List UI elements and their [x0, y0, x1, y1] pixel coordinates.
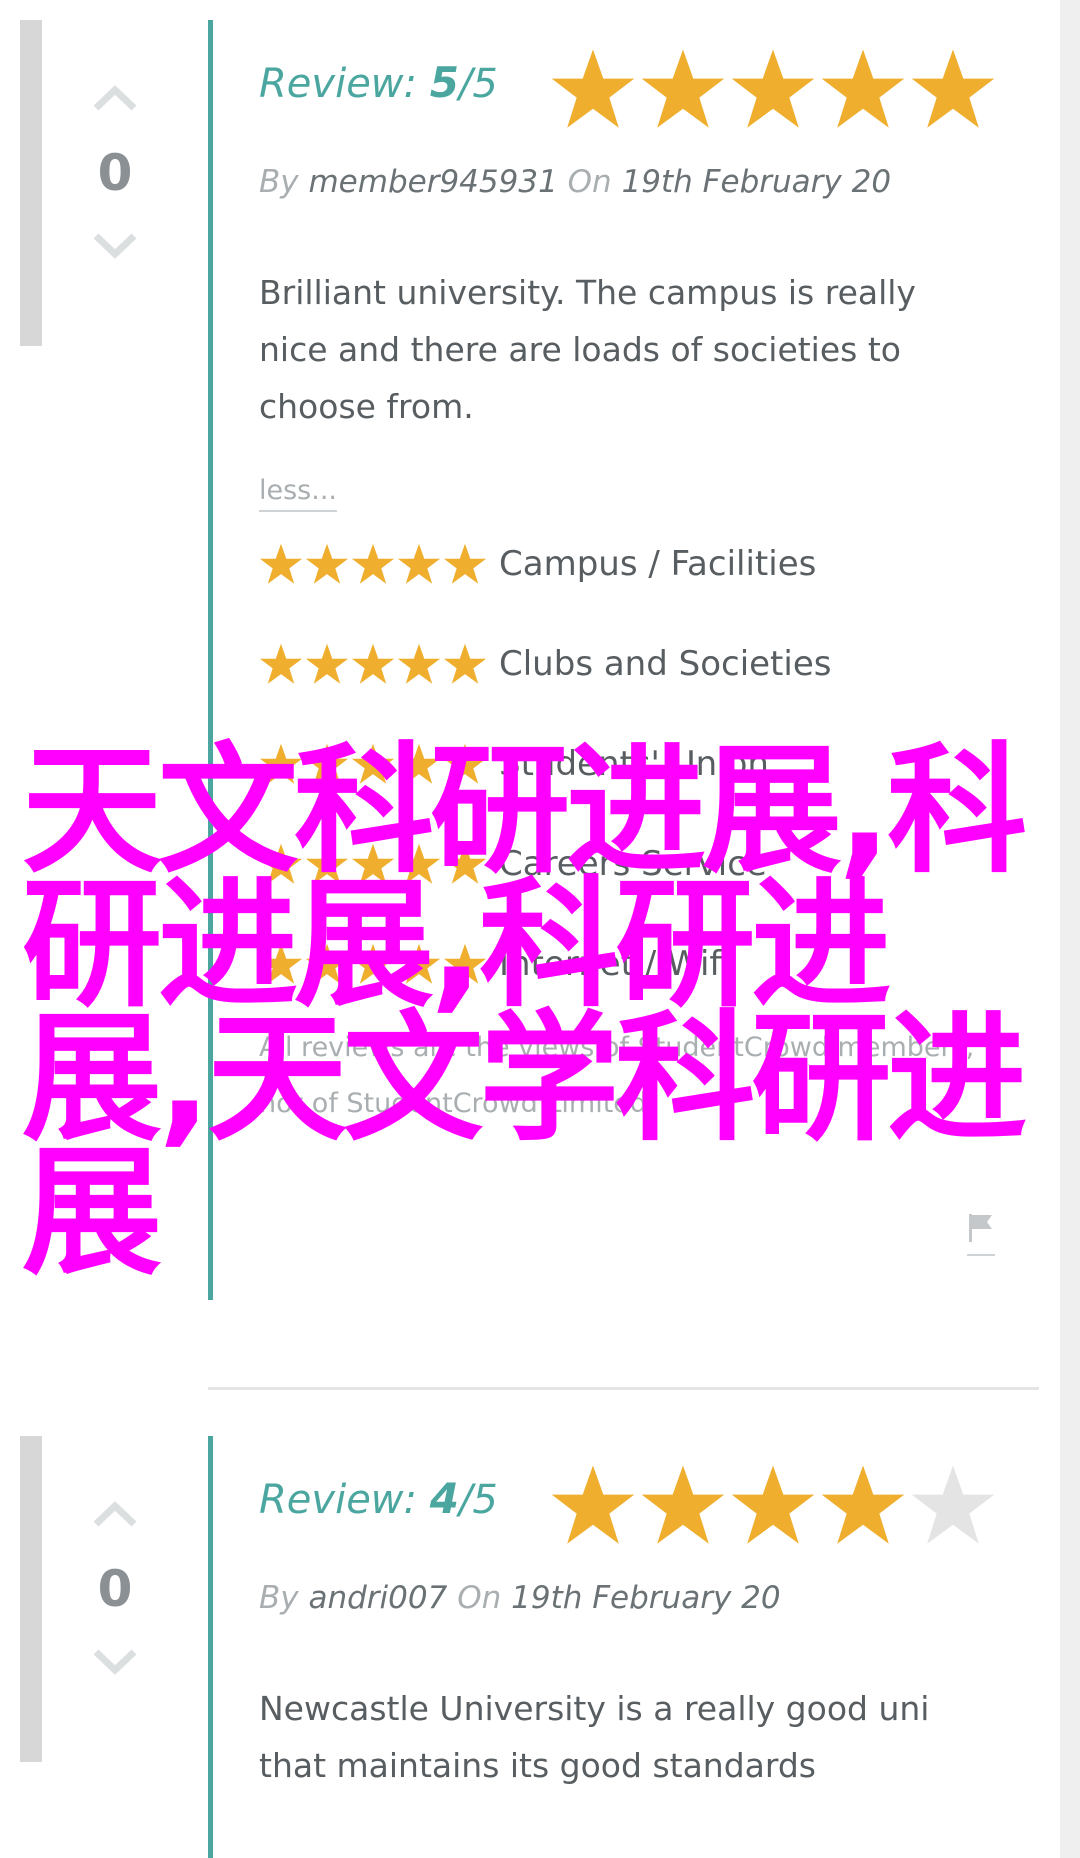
star-icon — [821, 49, 905, 128]
review-score-max: /5 — [458, 61, 498, 107]
reviews-disclaimer: All reviews are the views of StudentCrow… — [259, 1032, 975, 1119]
review-card: Review: 5/5 By member945931 On 19th Febr… — [259, 40, 999, 1132]
review-date: 19th February 20 — [621, 164, 892, 200]
category-rating-row: Careers Service — [259, 814, 999, 914]
review-card: Review: 4/5 By andri007 On 19th February… — [259, 1456, 999, 1794]
star-icon — [259, 743, 303, 784]
star-icon — [259, 843, 303, 884]
star-icon — [443, 743, 487, 784]
on-label: On — [567, 164, 612, 200]
star-icon — [551, 49, 635, 128]
star-icon — [731, 1465, 815, 1544]
downvote-chevron-icon[interactable] — [92, 1646, 138, 1678]
review-accent-line — [208, 20, 213, 1300]
review-text: Brilliant university. The campus is real… — [259, 273, 916, 426]
star-icon — [641, 49, 725, 128]
right-page-edge — [1060, 0, 1080, 1858]
star-icon — [551, 1465, 635, 1544]
category-rating-row: Clubs and Societies — [259, 614, 999, 714]
star-icon — [821, 1465, 905, 1544]
star-icon — [351, 943, 395, 984]
star-icon — [259, 943, 303, 984]
review-header: Review: 5/5 — [259, 40, 999, 152]
downvote-chevron-icon[interactable] — [92, 230, 138, 262]
vote-column-bar — [20, 1436, 42, 1762]
review-label: Review: — [259, 1477, 417, 1523]
star-icon — [731, 49, 815, 128]
category-stars — [259, 642, 487, 686]
star-icon — [305, 643, 349, 684]
category-rating-row: Internet / Wifi — [259, 914, 999, 1014]
on-label: On — [457, 1580, 502, 1616]
category-ratings: Campus / Facilities Clubs and Societies … — [259, 514, 999, 1014]
category-label: Students' Union — [499, 744, 769, 784]
star-icon — [351, 843, 395, 884]
star-icon — [351, 543, 395, 584]
category-label: Clubs and Societies — [499, 644, 832, 684]
review-header: Review: 4/5 — [259, 1456, 999, 1568]
category-stars — [259, 942, 487, 986]
upvote-chevron-icon[interactable] — [92, 82, 138, 114]
star-icon — [259, 643, 303, 684]
review-score: Review: 5/5 — [259, 58, 498, 107]
review-meta: By member945931 On 19th February 20 — [259, 164, 999, 224]
vote-column-bar — [20, 20, 42, 346]
star-icon — [351, 743, 395, 784]
star-icon — [397, 543, 441, 584]
category-stars — [259, 542, 487, 586]
review-accent-line — [208, 1436, 213, 1858]
review-author[interactable]: member945931 — [308, 164, 557, 200]
star-icon — [443, 843, 487, 884]
review-meta: By andri007 On 19th February 20 — [259, 1580, 999, 1640]
vote-widget: 0 — [80, 1498, 150, 1678]
vote-count: 0 — [97, 1560, 133, 1618]
review-star-rating — [550, 1462, 996, 1548]
star-icon — [305, 843, 349, 884]
vote-widget: 0 — [80, 82, 150, 262]
review-author[interactable]: andri007 — [308, 1580, 447, 1616]
star-icon — [397, 943, 441, 984]
report-flag-button[interactable] — [967, 1212, 995, 1256]
review-score-max: /5 — [458, 1477, 498, 1523]
category-stars — [259, 742, 487, 786]
category-rating-row: Students' Union — [259, 714, 999, 814]
star-icon — [397, 843, 441, 884]
review-date: 19th February 20 — [511, 1580, 781, 1616]
star-icon — [305, 943, 349, 984]
flag-icon — [969, 1214, 992, 1242]
review-score: Review: 4/5 — [259, 1474, 498, 1523]
star-icon — [911, 49, 995, 128]
star-icon — [443, 643, 487, 684]
category-stars — [259, 842, 487, 886]
category-label: Internet / Wifi — [499, 944, 731, 984]
star-icon — [351, 643, 395, 684]
star-icon — [397, 643, 441, 684]
review-score-value: 5 — [429, 58, 459, 107]
upvote-chevron-icon[interactable] — [92, 1498, 138, 1530]
review-star-rating — [550, 46, 996, 132]
review-text: Newcastle University is a really good un… — [259, 1689, 930, 1785]
by-label: By — [259, 164, 299, 200]
star-icon — [443, 543, 487, 584]
star-icon — [397, 743, 441, 784]
star-icon — [305, 543, 349, 584]
by-label: By — [259, 1580, 299, 1616]
star-icon — [259, 543, 303, 584]
star-icon — [443, 943, 487, 984]
review-divider — [208, 1387, 1039, 1390]
review-label: Review: — [259, 61, 417, 107]
category-label: Campus / Facilities — [499, 544, 817, 584]
empty-star-icon — [911, 1465, 995, 1544]
star-icon — [305, 743, 349, 784]
category-label: Careers Service — [499, 844, 767, 884]
category-rating-row: Campus / Facilities — [259, 514, 999, 614]
vote-count: 0 — [97, 144, 133, 202]
review-score-value: 4 — [429, 1474, 459, 1523]
less-link[interactable]: less... — [259, 475, 337, 512]
star-icon — [641, 1465, 725, 1544]
